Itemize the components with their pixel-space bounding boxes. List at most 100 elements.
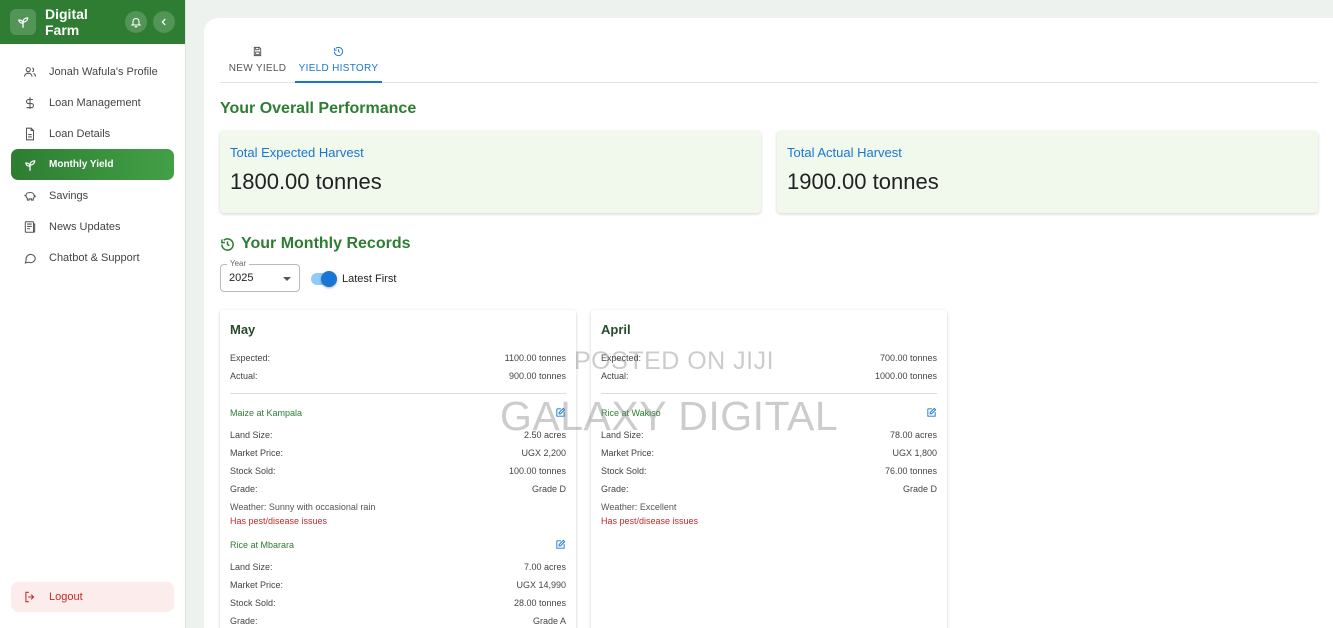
pest-warning: Has pest/disease issues [230, 516, 328, 526]
market-price-row: Market Price: UGX 1,800 [601, 444, 937, 462]
sidebar-item-profile[interactable]: Jonah Wafula's Profile [11, 56, 174, 87]
year-select-value: 2025 [229, 272, 254, 284]
tab-label: NEW YIELD [228, 63, 287, 74]
field-value: 28.00 tonnes [513, 598, 566, 608]
field-value: 700.00 tonnes [879, 353, 937, 363]
sidebar-item-label: Savings [49, 189, 89, 202]
crop-name: Rice at Mbarara [230, 540, 295, 550]
tab-new-yield[interactable]: NEW YIELD [220, 42, 295, 83]
latest-first-label: Latest First [342, 273, 397, 285]
land-size-row: Land Size: 7.00 acres [230, 558, 566, 576]
field-label: Stock Sold: [230, 598, 276, 608]
field-value: 76.00 tonnes [884, 466, 937, 476]
actual-harvest-card: Total Actual Harvest 1900.00 tonnes [777, 131, 1318, 213]
edit-icon[interactable] [555, 539, 566, 552]
logout-icon [22, 589, 38, 605]
sidebar-item-label: News Updates [49, 220, 121, 233]
sidebar-header: Digital Farm [0, 0, 185, 44]
chat-icon [22, 250, 38, 266]
month-title: April [601, 322, 631, 337]
field-label: Actual: [230, 371, 258, 381]
field-value: Grade A [532, 616, 566, 626]
field-value: 1100.00 tonnes [504, 353, 566, 363]
sidebar-nav: Jonah Wafula's Profile Loan Management L… [0, 44, 185, 273]
logout-label: Logout [49, 591, 83, 603]
field-value: 78.00 acres [889, 430, 937, 440]
watermark-line-1: POSTED ON JIJI [574, 347, 775, 375]
field-value: UGX 14,990 [516, 580, 566, 590]
stock-sold-row: Stock Sold: 100.00 tonnes [230, 462, 566, 480]
logout-button[interactable]: Logout [11, 582, 174, 612]
crop-name: Maize at Kampala [230, 408, 303, 418]
actual-harvest-value: 1900.00 tonnes [787, 169, 939, 194]
year-select[interactable]: Year 2025 [220, 259, 300, 292]
sidebar-item-monthly-yield[interactable]: Monthly Yield [11, 149, 174, 180]
piggy-bank-icon [22, 188, 38, 204]
sidebar-item-chatbot[interactable]: Chatbot & Support [11, 242, 174, 273]
month-title: May [230, 322, 256, 337]
records-title-text: Your Monthly Records [241, 235, 411, 252]
sidebar-item-loan-details[interactable]: Loan Details [11, 118, 174, 149]
field-value: 900.00 tonnes [508, 371, 566, 381]
field-label: Land Size: [230, 562, 273, 572]
grade-row: Grade: Grade D [230, 480, 566, 498]
toggle-knob[interactable] [321, 271, 337, 287]
document-icon [22, 126, 38, 142]
stock-sold-row: Stock Sold: 76.00 tonnes [601, 462, 937, 480]
field-value: 1000.00 tonnes [874, 371, 937, 381]
field-value: Grade D [902, 484, 937, 494]
grade-row: Grade: Grade A [230, 612, 566, 628]
actual-row: Actual: 900.00 tonnes [230, 367, 566, 385]
field-label: Expected: [230, 353, 271, 363]
field-value: Grade D [531, 484, 566, 494]
field-label: Market Price: [601, 448, 655, 458]
field-label: Market Price: [230, 580, 284, 590]
latest-first-toggle[interactable] [311, 271, 337, 287]
watermark-line-2: GALAXY DIGITAL [500, 393, 839, 439]
field-value: UGX 1,800 [892, 448, 937, 458]
edit-icon[interactable] [926, 407, 937, 420]
expected-harvest-label: Total Expected Harvest [230, 145, 364, 160]
sprout-icon [10, 9, 36, 35]
sidebar-item-news[interactable]: News Updates [11, 211, 174, 242]
main-panel: NEW YIELD YIELD HISTORY Your Overall Per… [204, 18, 1333, 628]
field-value: 7.00 acres [523, 562, 566, 572]
actual-harvest-label: Total Actual Harvest [787, 145, 902, 160]
sidebar-item-savings[interactable]: Savings [11, 180, 174, 211]
records-title: Your Monthly Records [220, 235, 411, 253]
sidebar-item-label: Loan Details [49, 127, 111, 140]
month-card-may: May Expected: 1100.00 tonnes Actual: 900.0… [220, 310, 576, 628]
history-icon [333, 45, 344, 57]
expected-row: Expected: 1100.00 tonnes [230, 349, 566, 367]
performance-title: Your Overall Performance [220, 100, 417, 117]
sprout-icon [22, 157, 38, 173]
sidebar-item-label: Monthly Yield [49, 159, 114, 170]
tab-yield-history[interactable]: YIELD HISTORY [295, 42, 382, 83]
tab-bar: NEW YIELD YIELD HISTORY [220, 42, 1318, 83]
field-label: Grade: [230, 616, 258, 626]
sidebar: Digital Farm Jonah Wafula's Profile Loan… [0, 0, 186, 628]
caret-down-icon [283, 277, 291, 281]
history-icon [220, 237, 235, 252]
bell-icon[interactable] [125, 11, 147, 33]
dollar-icon [22, 95, 38, 111]
tab-label: YIELD HISTORY [298, 63, 379, 74]
chevron-left-icon[interactable] [153, 11, 175, 33]
sidebar-item-loan-management[interactable]: Loan Management [11, 87, 174, 118]
field-value: 100.00 tonnes [508, 466, 566, 476]
sidebar-item-label: Chatbot & Support [49, 251, 140, 264]
sidebar-item-label: Jonah Wafula's Profile [49, 65, 158, 78]
weather-text: Weather: Excellent [601, 502, 677, 512]
year-select-label: Year [227, 259, 250, 268]
weather-text: Weather: Sunny with occasional rain [230, 502, 376, 512]
sidebar-item-label: Loan Management [49, 96, 141, 109]
stock-sold-row: Stock Sold: 28.00 tonnes [230, 594, 566, 612]
save-icon [252, 45, 263, 57]
expected-harvest-value: 1800.00 tonnes [230, 169, 382, 194]
app-brand: Digital Farm [45, 6, 88, 38]
market-price-row: Market Price: UGX 14,990 [230, 576, 566, 594]
field-label: Grade: [601, 484, 629, 494]
field-label: Stock Sold: [601, 466, 647, 476]
newspaper-icon [22, 219, 38, 235]
field-label: Grade: [230, 484, 258, 494]
